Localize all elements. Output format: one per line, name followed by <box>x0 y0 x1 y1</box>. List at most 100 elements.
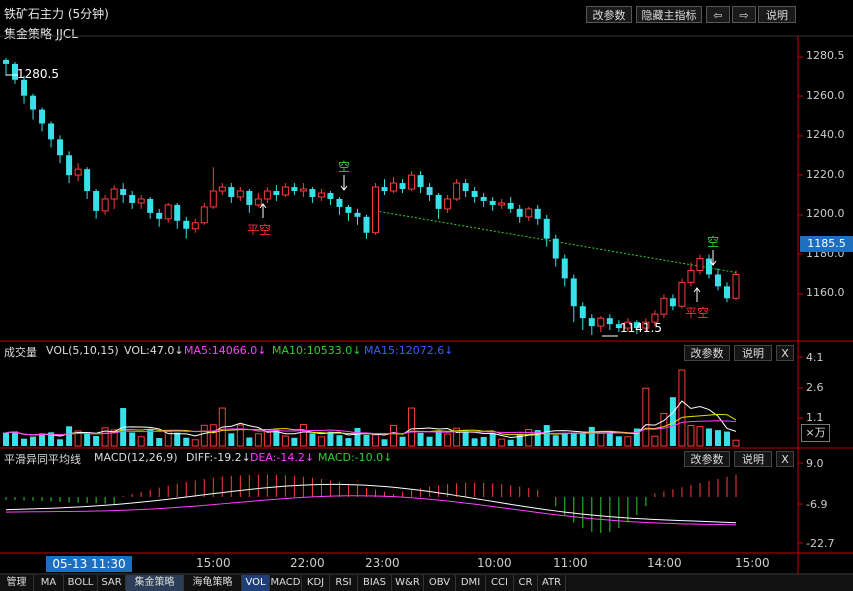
price-tick: 1160.0 <box>806 286 845 299</box>
candle-body <box>525 208 533 218</box>
candle-body <box>263 190 271 200</box>
macd-params-button[interactable]: 改参数 <box>684 451 730 467</box>
volume-bar <box>561 433 568 446</box>
volume-bar <box>597 432 605 447</box>
macd-value: MACD:-10.0↓ <box>318 451 393 464</box>
volume-bar <box>687 424 695 447</box>
candle-body <box>218 186 226 192</box>
tab-RSI[interactable]: RSI <box>330 575 358 591</box>
macd-diff-line <box>5 483 737 524</box>
candle-body <box>336 198 343 207</box>
candle-body <box>453 182 461 200</box>
tab-ATR[interactable]: ATR <box>538 575 566 591</box>
volume-bar <box>236 424 244 447</box>
tab-SAR[interactable]: SAR <box>98 575 126 591</box>
candle-body <box>236 190 244 198</box>
macd-panel-params: MACD(12,26,9) <box>94 451 178 464</box>
price-tick: 1240.0 <box>806 128 845 141</box>
candle-body <box>156 212 163 219</box>
tab-CR[interactable]: CR <box>514 575 538 591</box>
tab-KDJ[interactable]: KDJ <box>302 575 330 591</box>
candle-body <box>390 182 398 192</box>
candle-body <box>543 218 550 239</box>
candle-body <box>363 216 370 233</box>
candle-body <box>606 318 613 325</box>
volume-bar <box>498 438 506 447</box>
volume-bar <box>317 436 325 447</box>
candle-body <box>372 186 380 234</box>
high-label: 1280.5 <box>17 67 59 81</box>
vol-tick: 4.1 <box>806 351 824 364</box>
tab-MA[interactable]: MA <box>34 575 64 591</box>
volume-bar <box>606 433 613 446</box>
candle-body <box>327 193 334 199</box>
current-price-tag: 1185.5 <box>800 236 853 252</box>
candle-body <box>480 196 487 201</box>
candle-body <box>714 274 721 287</box>
candle-body <box>66 155 73 176</box>
candle-body <box>137 198 145 204</box>
candle-body <box>534 208 541 219</box>
macd-close-button[interactable]: X <box>776 451 794 467</box>
cover-signal-label: 平空 <box>247 223 272 237</box>
volume-bar <box>21 438 28 446</box>
candle-body <box>489 200 496 205</box>
price-tick: 1260.0 <box>806 89 845 102</box>
candle-body <box>354 212 361 217</box>
vol-help-button[interactable]: 说明 <box>734 345 772 361</box>
macd-tick: -22.7 <box>806 537 835 550</box>
candle-body <box>516 208 523 217</box>
macd-help-button[interactable]: 说明 <box>734 451 772 467</box>
vol-close-button[interactable]: X <box>776 345 794 361</box>
tab-VOL[interactable]: VOL <box>242 575 270 591</box>
volume-bar <box>588 426 595 446</box>
kline-chart[interactable] <box>0 0 853 591</box>
volume-bar <box>723 431 730 446</box>
cover-signal-label: 平空 <box>685 306 710 320</box>
volume-bar <box>327 431 334 446</box>
vol-params-button[interactable]: 改参数 <box>684 345 730 361</box>
volume-bar <box>732 439 740 447</box>
candle-body <box>93 191 100 211</box>
candle-body <box>317 192 325 198</box>
tab-集金策略[interactable]: 集金策略 <box>126 575 184 591</box>
volume-bar <box>354 428 361 446</box>
volume-bar <box>281 435 289 447</box>
vol-ma15: MA15:12072.6↓ <box>364 344 454 357</box>
tab-管理[interactable]: 管理 <box>0 575 34 591</box>
tab-OBV[interactable]: OBV <box>424 575 456 591</box>
vol-ma10: MA10:10533.0↓ <box>272 344 362 357</box>
tab-BOLL[interactable]: BOLL <box>64 575 98 591</box>
candle-body <box>30 95 37 110</box>
candle-body <box>678 281 686 307</box>
volume-bar <box>246 437 253 446</box>
volume-bar <box>12 431 19 446</box>
price-tick: 1280.5 <box>806 49 845 62</box>
tab-CCI[interactable]: CCI <box>486 575 514 591</box>
volume-bar <box>615 436 622 446</box>
volume-bar <box>156 438 163 446</box>
tab-DMI[interactable]: DMI <box>456 575 486 591</box>
volume-bar <box>200 424 208 447</box>
tab-MACD[interactable]: MACD <box>270 575 302 591</box>
vol-ma10-line <box>5 413 737 436</box>
candle-body <box>291 187 298 192</box>
candle-body <box>120 189 127 195</box>
candle-body <box>426 187 433 195</box>
volume-bar <box>579 433 586 446</box>
volume-bar <box>191 439 199 447</box>
tab-海龟策略[interactable]: 海龟策略 <box>184 575 242 591</box>
candle-body <box>254 198 262 206</box>
candle-body <box>174 204 181 221</box>
volume-bar <box>174 432 181 446</box>
time-tick: 10:00 <box>477 556 512 570</box>
volume-bar <box>678 369 686 447</box>
volume-bar <box>417 432 424 446</box>
volume-bar <box>651 435 659 447</box>
time-tick: 14:00 <box>647 556 682 570</box>
tab-BIAS[interactable]: BIAS <box>358 575 392 591</box>
vol-ma5: MA5:14066.0↓ <box>184 344 267 357</box>
tab-W&R[interactable]: W&R <box>392 575 424 591</box>
candle-body <box>209 190 217 208</box>
volume-bar <box>39 433 46 446</box>
